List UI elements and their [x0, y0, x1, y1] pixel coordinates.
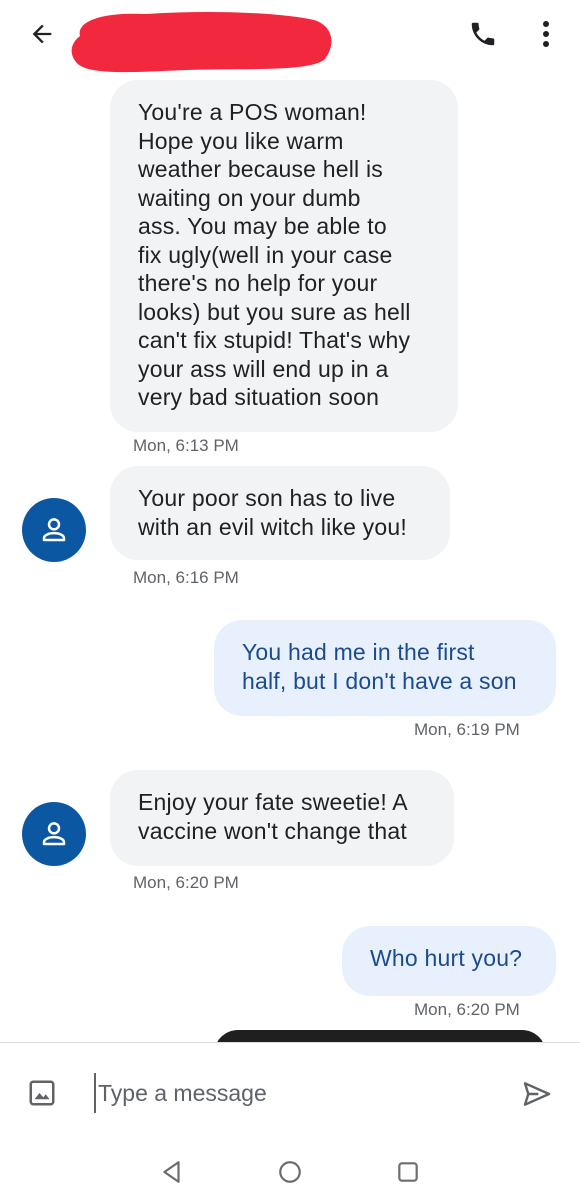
contact-avatar[interactable] — [22, 802, 86, 866]
nav-recents-icon — [398, 1162, 418, 1182]
person-icon — [42, 822, 66, 846]
attach-image-button[interactable] — [24, 1075, 60, 1111]
system-navigation-bar — [0, 1142, 580, 1200]
outgoing-message-bubble[interactable]: Who hurt you? — [342, 926, 556, 996]
incoming-message-bubble[interactable]: You're a POS woman! Hope you like warm w… — [110, 80, 458, 432]
message-input[interactable] — [94, 1073, 478, 1113]
system-recents-button[interactable] — [386, 1150, 430, 1194]
message-timestamp: Mon, 6:20 PM — [414, 1000, 520, 1019]
person-icon — [42, 518, 66, 542]
contact-avatar[interactable] — [22, 498, 86, 562]
image-icon — [29, 1080, 55, 1106]
incoming-message-bubble[interactable]: Enjoy your fate sweetie! A vaccine won't… — [110, 770, 454, 866]
redacted-contact-name — [71, 12, 332, 73]
message-thread[interactable]: You're a POS woman! Hope you like warm w… — [0, 76, 580, 1042]
system-home-button[interactable] — [268, 1150, 312, 1194]
incoming-message-bubble[interactable]: Your poor son has to live with an evil w… — [110, 466, 450, 560]
media-attachment-preview[interactable] — [214, 1030, 546, 1042]
compose-bar — [0, 1042, 580, 1143]
phone-icon — [471, 22, 495, 46]
message-timestamp: Mon, 6:13 PM — [133, 436, 239, 455]
call-button[interactable] — [462, 14, 504, 54]
system-back-button[interactable] — [150, 1150, 194, 1194]
nav-home-icon — [279, 1161, 301, 1183]
more-vert-icon — [543, 21, 549, 47]
outgoing-message-bubble[interactable]: You had me in the first half, but I don'… — [214, 620, 556, 716]
nav-back-icon — [163, 1161, 180, 1183]
back-button[interactable] — [22, 16, 62, 52]
top-app-bar — [0, 0, 580, 73]
message-timestamp: Mon, 6:19 PM — [414, 720, 520, 739]
message-timestamp: Mon, 6:20 PM — [133, 873, 239, 892]
arrow-back-icon — [32, 24, 52, 44]
message-timestamp: Mon, 6:16 PM — [133, 568, 239, 587]
more-options-button[interactable] — [530, 14, 562, 54]
send-button[interactable] — [516, 1073, 558, 1115]
send-icon — [523, 1082, 551, 1106]
